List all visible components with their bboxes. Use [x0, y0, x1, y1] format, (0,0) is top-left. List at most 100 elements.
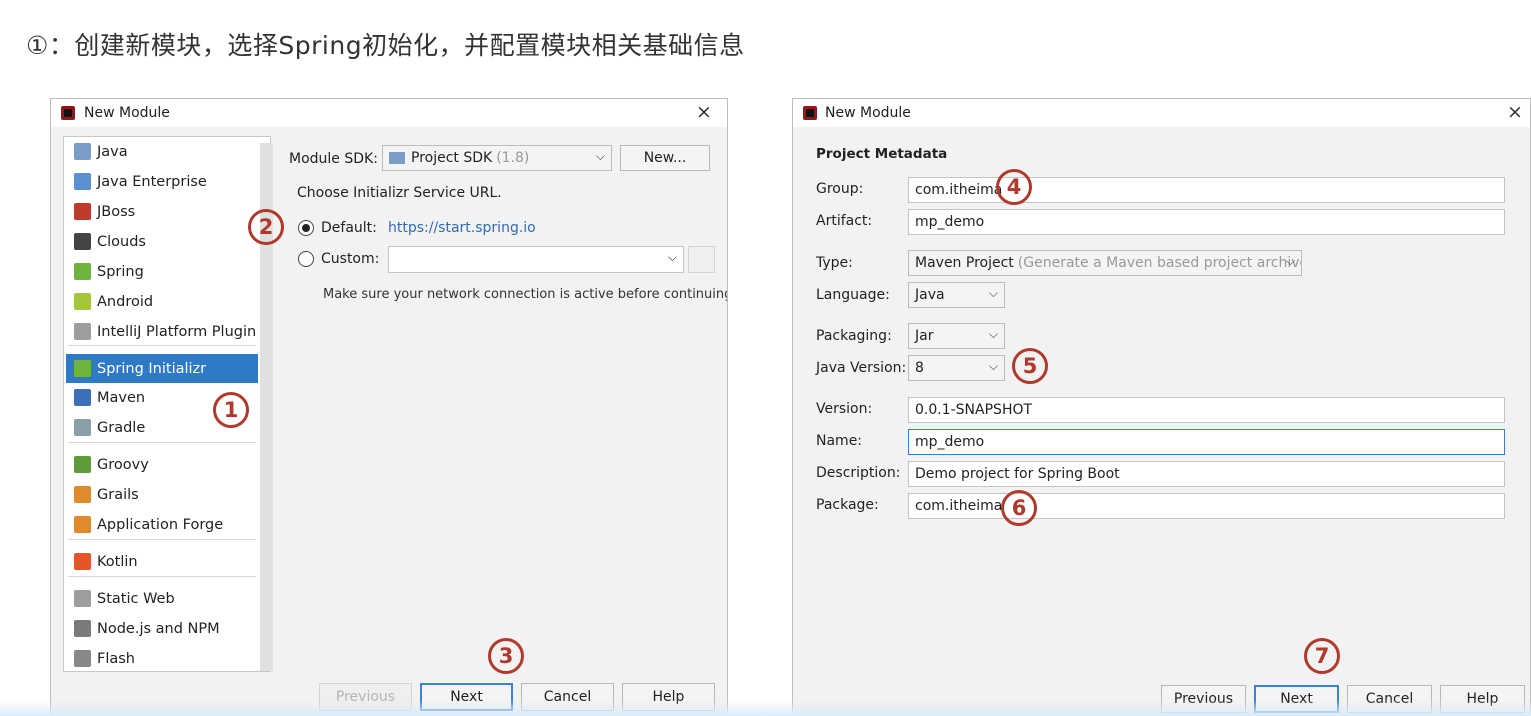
description-field[interactable]: Demo project for Spring Boot — [908, 461, 1505, 487]
module-item-static-web[interactable]: Static Web — [66, 584, 258, 613]
choose-url-label: Choose Initializr Service URL. — [297, 185, 502, 201]
artifact-label: Artifact: — [816, 213, 873, 229]
module-item-java[interactable]: Java — [66, 137, 258, 166]
annotation-badge-3: 3 — [488, 638, 524, 674]
group-label: Group: — [816, 181, 864, 197]
default-url-radio[interactable] — [298, 220, 314, 236]
module-sdk-label: Module SDK: — [289, 151, 378, 167]
module-item-label: Java Enterprise — [97, 173, 207, 190]
module-item-label: Maven — [97, 389, 146, 406]
type-value: Maven Project — [915, 255, 1014, 271]
module-item-label: Kotlin — [97, 553, 138, 570]
dialog-title: New Module — [84, 105, 170, 121]
module-item-spring-initializr[interactable]: Spring Initializr — [66, 354, 258, 383]
packaging-label: Packaging: — [816, 328, 892, 344]
name-field[interactable]: mp_demo — [908, 429, 1505, 455]
package-field[interactable]: com.itheima — [908, 493, 1505, 519]
chevron-down-icon: ⌵ — [988, 359, 998, 373]
type-select[interactable]: Maven Project (Generate a Maven based pr… — [908, 250, 1302, 276]
module-group-divider — [68, 539, 256, 540]
intellij-plugin-icon — [74, 323, 91, 340]
language-select[interactable]: Java ⌵ — [908, 282, 1005, 308]
maven-icon — [74, 389, 91, 406]
name-label: Name: — [816, 433, 863, 449]
package-label: Package: — [816, 497, 879, 513]
spring-initializr-icon — [74, 360, 91, 377]
module-group-divider — [68, 576, 256, 577]
sdk-value: Project SDK — [411, 150, 493, 166]
groovy-icon — [74, 456, 91, 473]
module-item-label: Flash — [97, 650, 135, 667]
java-version-select[interactable]: 8 ⌵ — [908, 355, 1005, 381]
annotation-badge-5: 5 — [1012, 348, 1048, 384]
default-url-link[interactable]: https://start.spring.io — [388, 220, 536, 236]
module-item-label: Application Forge — [97, 516, 224, 533]
module-item-label: Android — [97, 293, 154, 310]
java-version-value: 8 — [915, 360, 924, 376]
new-module-dialog-left: New Module × Java Java Enterprise JBoss Clo… — [50, 98, 728, 716]
close-icon[interactable]: × — [696, 101, 712, 123]
module-item-jboss[interactable]: JBoss — [66, 197, 258, 226]
network-note: Make sure your network connection is act… — [323, 287, 728, 302]
sdk-folder-icon — [389, 152, 405, 164]
module-item-spring[interactable]: Spring — [66, 257, 258, 286]
annotation-badge-4: 4 — [996, 169, 1032, 205]
module-item-label: Gradle — [97, 419, 146, 436]
module-item-java-enterprise[interactable]: Java Enterprise — [66, 167, 258, 196]
intellij-app-icon — [803, 106, 817, 120]
module-item-application-forge[interactable]: Application Forge — [66, 510, 258, 539]
module-sdk-select[interactable]: Project SDK (1.8) ⌵ — [382, 145, 612, 171]
default-label: Default: — [321, 220, 377, 236]
intellij-app-icon — [61, 106, 75, 120]
dialog-title: New Module — [825, 105, 911, 121]
module-item-grails[interactable]: Grails — [66, 480, 258, 509]
description-label: Description: — [816, 465, 901, 481]
version-label: Version: — [816, 401, 873, 417]
custom-url-radio[interactable] — [298, 251, 314, 267]
module-item-intellij-platform-plugin[interactable]: IntelliJ Platform Plugin — [66, 317, 258, 346]
module-item-label: Clouds — [97, 233, 146, 250]
application-forge-icon — [74, 516, 91, 533]
title-bar: New Module × — [51, 99, 727, 127]
packaging-select[interactable]: Jar ⌵ — [908, 323, 1005, 349]
module-item-clouds[interactable]: Clouds — [66, 227, 258, 256]
module-item-groovy[interactable]: Groovy — [66, 450, 258, 479]
module-item-label: Grails — [97, 486, 139, 503]
custom-url-input[interactable]: ⌵ — [388, 246, 684, 273]
spring-leaf-icon — [74, 263, 91, 280]
module-item-label: Groovy — [97, 456, 149, 473]
java-folder-icon — [74, 143, 91, 160]
close-icon[interactable]: × — [1507, 101, 1523, 123]
project-metadata-heading: Project Metadata — [816, 146, 948, 162]
new-module-dialog-right: New Module × Project Metadata Group: com… — [792, 98, 1531, 716]
chevron-down-icon: ⌵ — [988, 327, 998, 341]
sdk-version: (1.8) — [496, 150, 530, 166]
chevron-down-icon: ⌵ — [595, 149, 605, 163]
chevron-down-icon: ⌵ — [988, 286, 998, 300]
language-label: Language: — [816, 287, 890, 303]
module-item-android[interactable]: Android — [66, 287, 258, 316]
jboss-icon — [74, 203, 91, 220]
annotation-badge-1: 1 — [213, 392, 249, 428]
version-field[interactable]: 0.0.1-SNAPSHOT — [908, 397, 1505, 423]
custom-url-browse-button[interactable] — [688, 246, 715, 273]
module-item-flash[interactable]: Flash — [66, 644, 258, 673]
module-item-label: Node.js and NPM — [97, 620, 220, 637]
java-version-label: Java Version: — [816, 360, 907, 376]
artifact-field[interactable]: mp_demo — [908, 209, 1505, 235]
module-item-node-js-and-npm[interactable]: Node.js and NPM — [66, 614, 258, 643]
module-item-label: Static Web — [97, 590, 175, 607]
page-heading: ①：创建新模块，选择Spring初始化，并配置模块相关基础信息 — [26, 31, 745, 60]
packaging-value: Jar — [915, 328, 934, 344]
android-icon — [74, 293, 91, 310]
clouds-icon — [74, 233, 91, 250]
chevron-down-icon: ⌵ — [1285, 254, 1295, 268]
module-item-label: IntelliJ Platform Plugin — [97, 323, 257, 340]
module-item-label: JBoss — [97, 203, 136, 220]
type-label: Type: — [816, 255, 853, 271]
custom-label: Custom: — [321, 251, 380, 267]
annotation-badge-2: 2 — [248, 209, 284, 245]
module-item-kotlin[interactable]: Kotlin — [66, 547, 258, 576]
annotation-badge-6: 6 — [1001, 490, 1037, 526]
new-sdk-button[interactable]: New... — [620, 145, 710, 171]
